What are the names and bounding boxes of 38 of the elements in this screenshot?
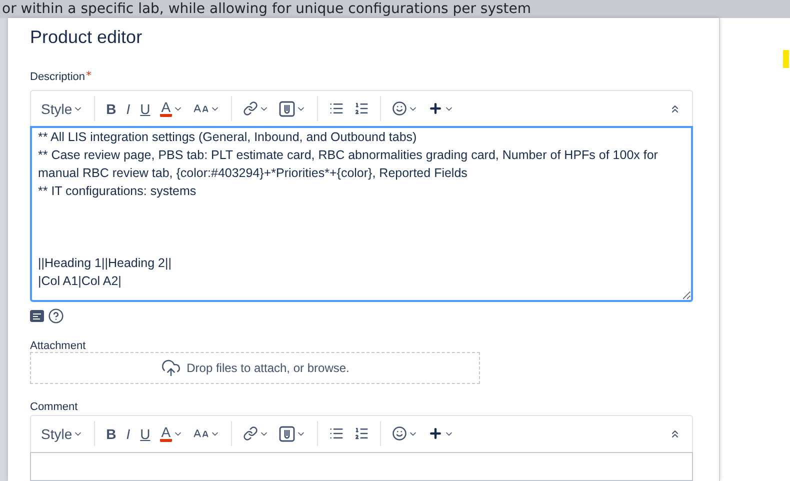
dropzone-text: Drop files to attach, or browse. bbox=[186, 361, 350, 376]
text-color-button[interactable]: A bbox=[155, 420, 188, 448]
text-mode-icon[interactable] bbox=[30, 310, 44, 322]
text-color-button[interactable]: A bbox=[155, 94, 188, 123]
italic-button[interactable]: I bbox=[121, 420, 136, 448]
style-menu-button[interactable]: Style bbox=[36, 94, 88, 123]
required-asterisk: * bbox=[86, 71, 92, 80]
comment-field[interactable] bbox=[30, 452, 693, 481]
underline-button[interactable]: U bbox=[135, 94, 156, 123]
italic-button[interactable]: I bbox=[121, 94, 136, 123]
dialog-title: Product editor bbox=[30, 26, 144, 49]
background-text: or within a specific lab, while allowing for unique configurations per system bbox=[2, 0, 532, 18]
bullet-list-icon bbox=[328, 101, 344, 116]
bold-button[interactable]: B bbox=[101, 420, 122, 448]
highlight-mark bbox=[783, 50, 789, 68]
link-icon bbox=[242, 426, 258, 442]
smiley-icon bbox=[392, 426, 407, 442]
plus-icon bbox=[428, 426, 443, 442]
paperclip-icon bbox=[278, 100, 295, 117]
numbered-list-icon bbox=[354, 426, 369, 442]
description-field[interactable]: ** All LIS integration settings (General, Inbound, and Outbound tabs) ** Case review page, PBS tab: PLT estimate card, RBC abnormalities grading card, Number of HPFs of 100x for manual RBC review tab, {color:#403294}+*Priorities*+{color}, Reported Fields ** IT configurations: systems ||Heading 1||Heading 2|| |Col A1|Col A2| bbox=[30, 126, 693, 302]
file-dropzone[interactable]: Drop files to attach, or browse. bbox=[30, 352, 480, 384]
numbered-list-icon bbox=[354, 101, 369, 116]
smiley-icon bbox=[392, 101, 407, 116]
field-label: Attachment bbox=[30, 340, 86, 352]
link-icon bbox=[242, 101, 258, 116]
bullet-list-icon bbox=[328, 426, 344, 442]
help-icon[interactable] bbox=[48, 308, 64, 324]
paperclip-icon bbox=[278, 426, 295, 442]
field-label: Comment bbox=[30, 401, 78, 414]
cloud-upload-icon bbox=[160, 358, 181, 378]
bold-button[interactable]: B bbox=[101, 94, 122, 123]
underline-button[interactable]: U bbox=[135, 420, 156, 448]
collapse-icon bbox=[669, 102, 681, 115]
plus-icon bbox=[428, 101, 443, 116]
field-label: Description bbox=[30, 71, 86, 84]
style-menu-button[interactable]: Style bbox=[36, 420, 88, 448]
collapse-icon bbox=[669, 428, 681, 440]
